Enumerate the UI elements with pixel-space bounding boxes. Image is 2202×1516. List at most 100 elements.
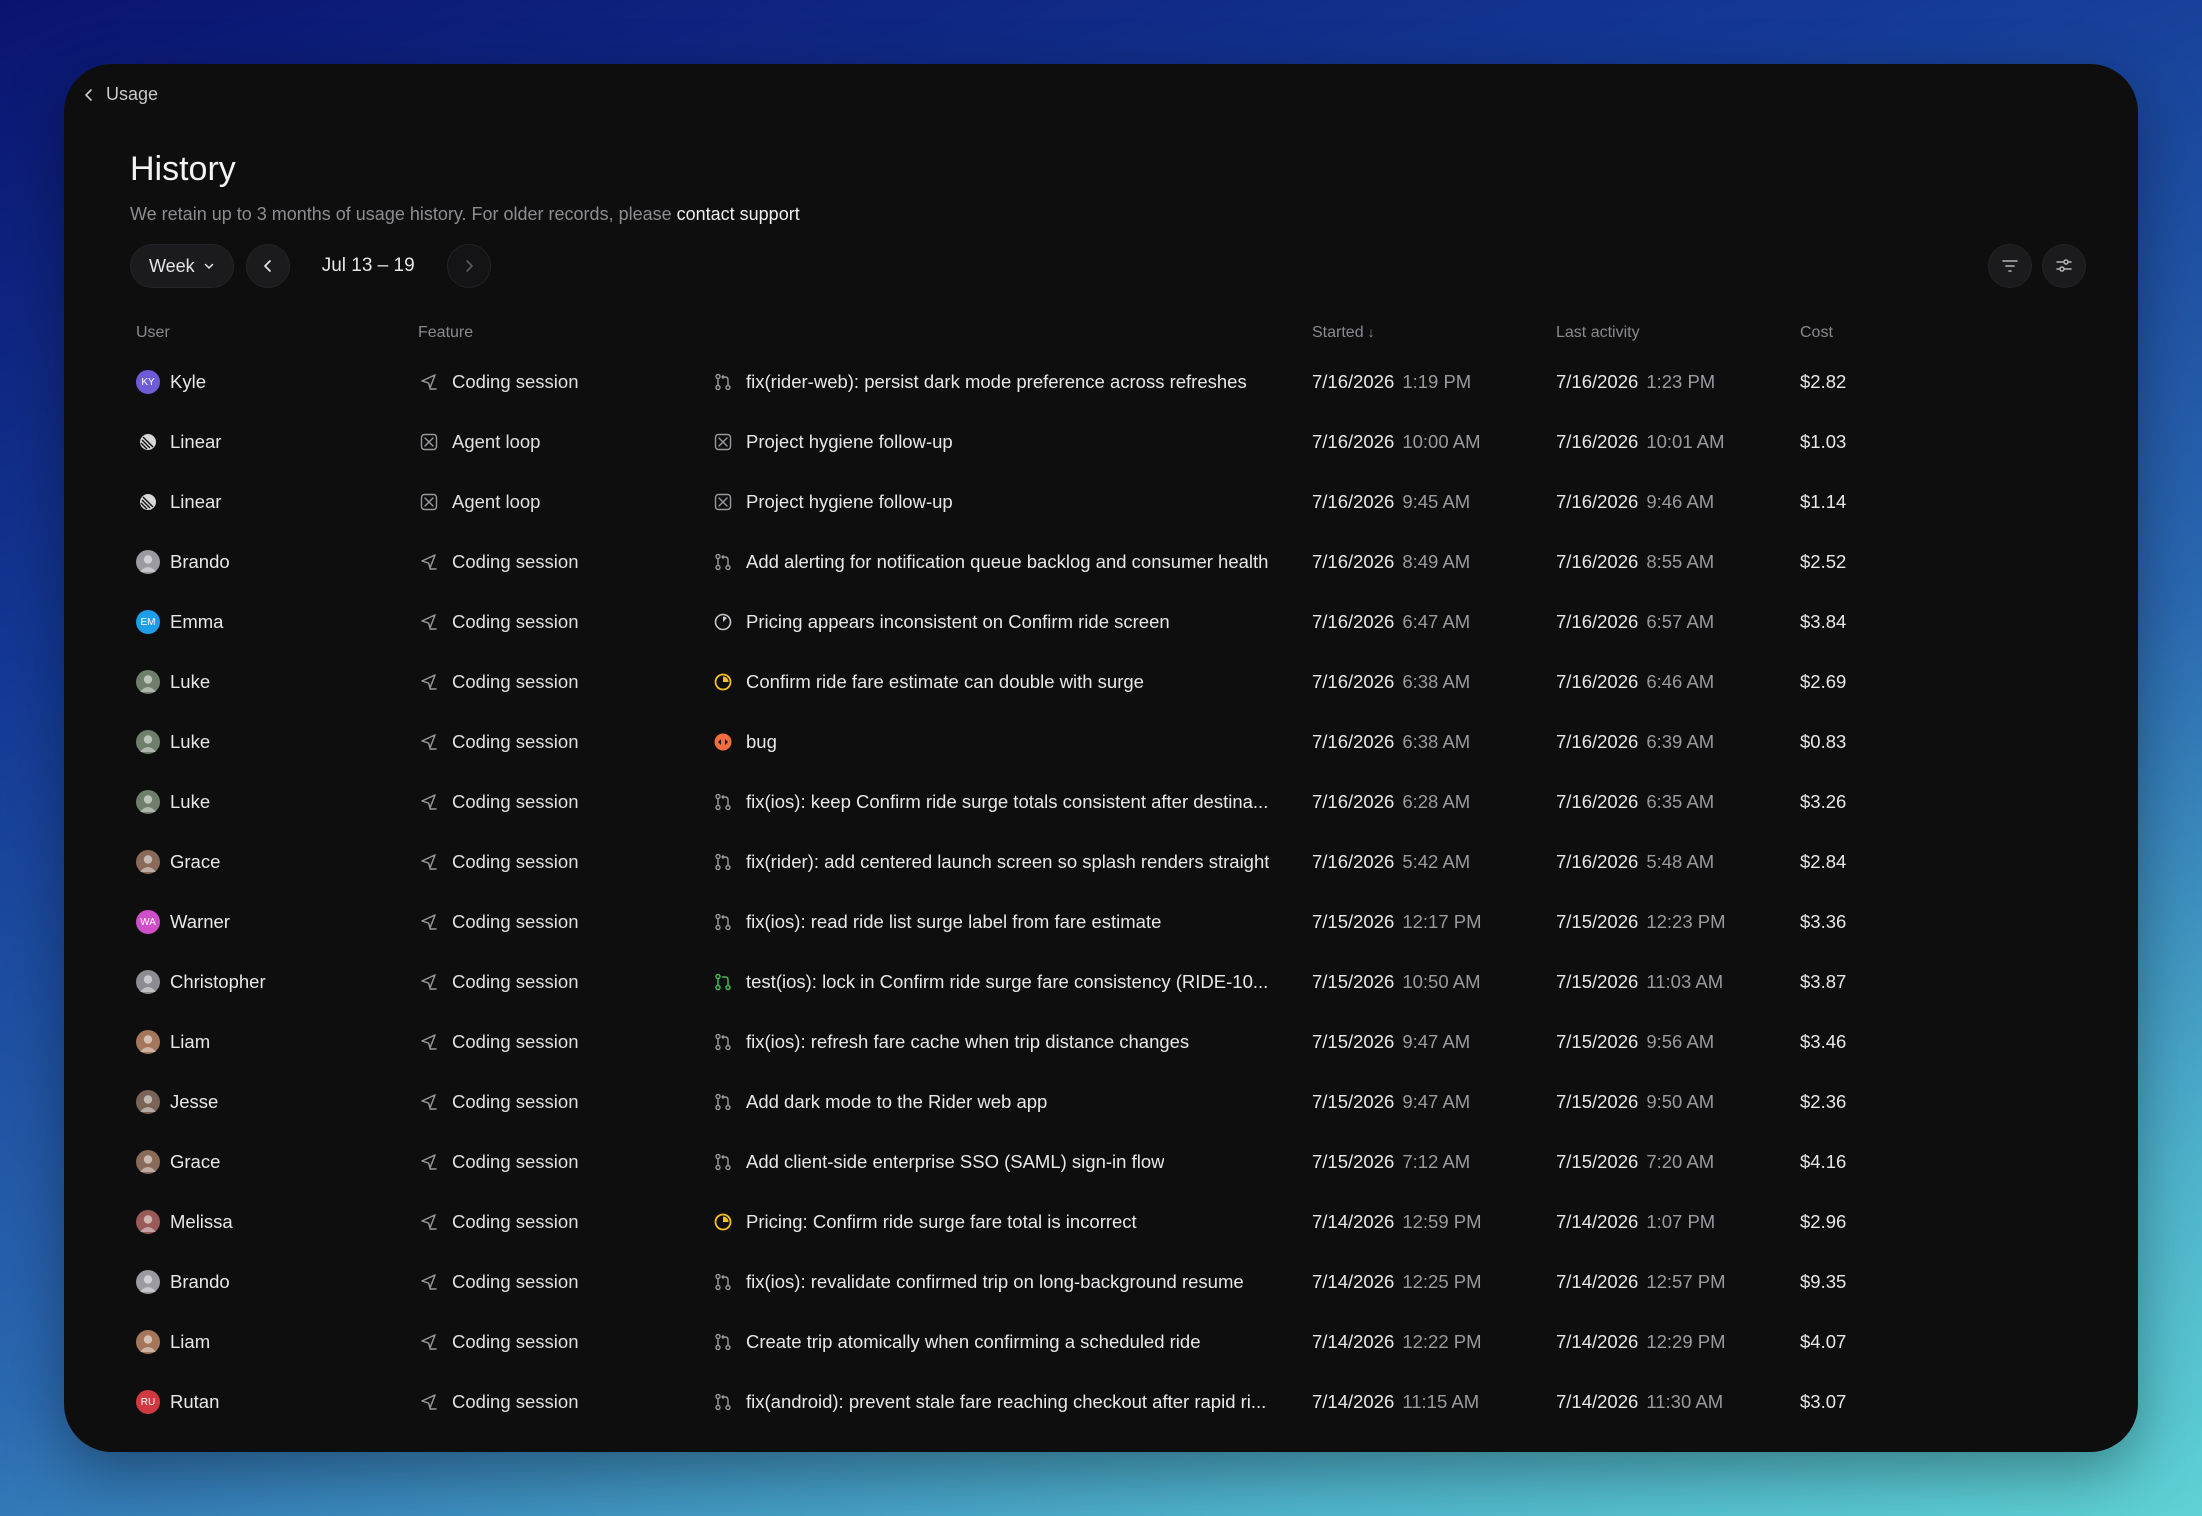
table-row[interactable]: Melissa Coding session Pricing: Confirm ri… [130,1192,1930,1252]
issue-progress-icon [712,671,734,693]
feature-label: Agent loop [452,431,541,452]
period-select[interactable]: Week [130,244,234,288]
title-cell[interactable]: Project hygiene follow-up [712,431,1304,453]
session-title[interactable]: fix(rider-web): persist dark mode prefer… [746,371,1247,393]
session-title[interactable]: fix(android): prevent stale fare reachin… [746,1391,1266,1413]
title-cell[interactable]: fix(rider): add centered launch screen s… [712,851,1304,873]
user-name: Luke [170,671,211,692]
started-cell: 7/15/2026 12:17 PM [1304,911,1548,933]
table-row[interactable]: Luke Coding session fix(ios): keep Confirm… [130,772,1930,832]
table-row[interactable]: RU Rutan Coding session fix(android): preve… [130,1372,1930,1432]
title-cell[interactable]: Project hygiene follow-up [712,491,1304,513]
title-cell[interactable]: Add client-side enterprise SSO (SAML) si… [712,1151,1304,1173]
session-title[interactable]: fix(rider): add centered launch screen s… [746,851,1269,873]
table-row[interactable]: Brando Coding session Add alerting for not… [130,532,1930,592]
cost-cell: $4.16 [1800,1151,1847,1172]
last-activity-cell: 7/15/2026 7:20 AM [1548,1151,1792,1173]
feature-cell: Agent loop [412,491,712,513]
column-started[interactable]: Started ↓ [1304,324,1548,342]
title-cell[interactable]: Pricing: Confirm ride surge fare total i… [712,1211,1304,1233]
column-feature[interactable]: Feature [412,324,712,342]
table-row[interactable]: EM Emma Coding session Pricing appears inco… [130,592,1930,652]
session-title[interactable]: Confirm ride fare estimate can double wi… [746,671,1144,693]
table-row[interactable]: Liam Coding session Create trip atomically… [130,1312,1930,1372]
session-title[interactable]: Pricing: Confirm ride surge fare total i… [746,1211,1137,1233]
session-title[interactable]: fix(ios): read ride list surge label fro… [746,911,1161,933]
title-cell[interactable]: fix(ios): refresh fare cache when trip d… [712,1031,1304,1053]
avatar [136,730,160,754]
session-title[interactable]: Pricing appears inconsistent on Confirm … [746,611,1170,633]
feature-cell: Coding session [412,971,712,993]
table-row[interactable]: Brando Coding session fix(ios): revalidate… [130,1252,1930,1312]
title-cell[interactable]: Add dark mode to the Rider web app [712,1091,1304,1113]
pull-request-icon [712,1151,734,1173]
table-row[interactable]: WA Warner Coding session fix(ios): read rid… [130,892,1930,952]
user-cell: Liam [130,1330,412,1354]
session-title[interactable]: fix(ios): revalidate confirmed trip on l… [746,1271,1244,1293]
user-name: Grace [170,1151,221,1172]
feature-cell: Agent loop [412,431,712,453]
table-row[interactable]: Grace Coding session Add client-side enter… [130,1132,1930,1192]
column-cost[interactable]: Cost [1792,324,1912,342]
session-title[interactable]: Add alerting for notification queue back… [746,551,1268,573]
user-cell: Linear [130,490,412,514]
cost-cell: $3.36 [1800,911,1847,932]
breadcrumb-label[interactable]: Usage [106,84,158,105]
title-cell[interactable]: fix(rider-web): persist dark mode prefer… [712,371,1304,393]
previous-week-button[interactable] [245,244,290,288]
breadcrumb[interactable]: Usage [82,84,158,105]
display-options-button[interactable] [2042,244,2086,288]
title-cell[interactable]: test(ios): lock in Confirm ride surge fa… [712,971,1304,993]
session-title[interactable]: Create trip atomically when confirming a… [746,1331,1201,1353]
cost-cell: $3.87 [1800,971,1847,992]
title-cell[interactable]: fix(ios): read ride list surge label fro… [712,911,1304,933]
started-date: 7/16/2026 [1312,791,1395,812]
title-cell[interactable]: Confirm ride fare estimate can double wi… [712,671,1304,693]
last-activity-cell: 7/14/2026 11:30 AM [1548,1391,1792,1413]
started-date: 7/16/2026 [1312,551,1395,572]
session-title[interactable]: Add dark mode to the Rider web app [746,1091,1047,1113]
session-title[interactable]: fix(ios): refresh fare cache when trip d… [746,1031,1189,1053]
session-title[interactable]: Project hygiene follow-up [746,431,953,453]
title-cell[interactable]: Pricing appears inconsistent on Confirm … [712,611,1304,633]
title-cell[interactable]: bug [712,731,1304,753]
last-activity-time: 6:35 AM [1646,791,1715,812]
table-row[interactable]: KY Kyle Coding session fix(rider-web): pers… [130,352,1930,412]
table-row[interactable]: Linear Agent loop Project hygiene follow-u… [130,412,1930,472]
table-row[interactable]: Linear Agent loop Project hygiene follow-u… [130,472,1930,532]
session-title[interactable]: test(ios): lock in Confirm ride surge fa… [746,971,1268,993]
session-title[interactable]: fix(ios): keep Confirm ride surge totals… [746,791,1268,813]
avatar [136,550,160,574]
table-row[interactable]: Grace Coding session fix(rider): add cente… [130,832,1930,892]
contact-support-link[interactable]: contact support [677,204,800,224]
last-activity-date: 7/16/2026 [1556,491,1639,512]
table-row[interactable]: Christopher Coding session test(ios): lock… [130,952,1930,1012]
title-cell[interactable]: Add alerting for notification queue back… [712,551,1304,573]
column-user[interactable]: User [130,324,412,342]
session-title[interactable]: bug [746,731,777,753]
column-last-activity[interactable]: Last activity [1548,324,1792,342]
cost-cell: $3.46 [1800,1031,1847,1052]
chevron-right-icon [465,260,473,272]
title-cell[interactable]: fix(ios): keep Confirm ride surge totals… [712,791,1304,813]
feature-cell: Coding session [412,671,712,693]
feature-cell: Coding session [412,851,712,873]
title-cell[interactable]: Create trip atomically when confirming a… [712,1331,1304,1353]
session-title[interactable]: Project hygiene follow-up [746,491,953,513]
feature-label: Coding session [452,1211,579,1232]
title-cell[interactable]: fix(android): prevent stale fare reachin… [712,1391,1304,1413]
coding-icon [418,371,440,393]
table-row[interactable]: Luke Coding session Confirm ride fare esti… [130,652,1930,712]
feature-label: Coding session [452,371,579,392]
user-cell: RU Rutan [130,1390,412,1414]
table-row[interactable]: Luke Coding session bug 7/16/2026 6:38 AM 7/1… [130,712,1930,772]
user-name: Brando [170,551,230,572]
table-row[interactable]: Jesse Coding session Add dark mode to the … [130,1072,1930,1132]
filter-button[interactable] [1988,244,2032,288]
table-header: User Feature Started ↓ Last activity Cost [130,314,1930,352]
table-row[interactable]: Liam Coding session fix(ios): refresh fare… [130,1012,1930,1072]
next-week-button[interactable] [446,244,491,288]
session-title[interactable]: Add client-side enterprise SSO (SAML) si… [746,1151,1164,1173]
title-cell[interactable]: fix(ios): revalidate confirmed trip on l… [712,1271,1304,1293]
last-activity-cell: 7/16/2026 6:39 AM [1548,731,1792,753]
